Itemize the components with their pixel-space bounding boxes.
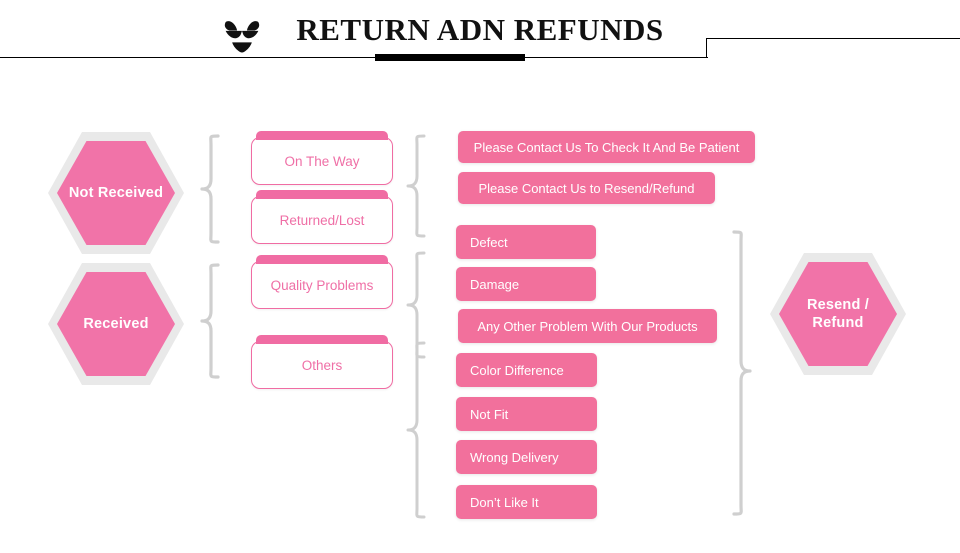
page-title: RETURN ADN REFUNDS: [296, 12, 664, 47]
header-rule-right: [706, 38, 960, 40]
action-bar-wrong-delivery[interactable]: Wrong Delivery: [456, 440, 597, 474]
brace-on-the-way-group-icon: [404, 133, 430, 239]
stage-hexagon-not-received[interactable]: Not Received: [48, 132, 184, 254]
action-bar-not-fit[interactable]: Not Fit: [456, 397, 597, 431]
brace-others-group-icon: [404, 340, 430, 520]
action-label-defect: Defect: [470, 234, 508, 250]
header-rule-accent: [375, 54, 525, 61]
brace-not-received-icon: [198, 133, 224, 245]
action-label-contact-resend: Please Contact Us to Resend/Refund: [478, 180, 695, 196]
action-bar-defect[interactable]: Defect: [456, 225, 596, 259]
action-label-contact-check: Please Contact Us To Check It And Be Pat…: [473, 139, 740, 155]
action-label-color-difference: Color Difference: [470, 362, 564, 378]
action-label-not-fit: Not Fit: [470, 406, 509, 422]
action-bar-contact-check[interactable]: Please Contact Us To Check It And Be Pat…: [458, 131, 755, 163]
stage-label-received: Received: [83, 315, 149, 332]
stage-label-not-received: Not Received: [68, 184, 164, 201]
action-label-dont-like-it: Don’t Like It: [470, 494, 539, 510]
stage-hexagon-received[interactable]: Received: [48, 263, 184, 385]
outcome-label-resend-refund: Resend / Refund: [806, 296, 870, 331]
header-rule-step: [706, 38, 708, 58]
action-bar-damage[interactable]: Damage: [456, 267, 596, 301]
brace-received-icon: [198, 262, 224, 380]
reason-label-quality-problems: Quality Problems: [270, 277, 374, 293]
action-bar-color-difference[interactable]: Color Difference: [456, 353, 597, 387]
reason-card-others[interactable]: Others: [251, 335, 393, 389]
action-bar-dont-like-it[interactable]: Don’t Like It: [456, 485, 597, 519]
reason-label-others: Others: [301, 357, 343, 373]
reason-card-quality-problems[interactable]: Quality Problems: [251, 255, 393, 309]
reason-card-returned-lost[interactable]: Returned/Lost: [251, 190, 393, 244]
action-label-wrong-delivery: Wrong Delivery: [470, 449, 559, 465]
reason-label-on-the-way: On The Way: [284, 153, 360, 169]
reason-card-on-the-way[interactable]: On The Way: [251, 131, 393, 185]
outcome-hexagon-resend-refund[interactable]: Resend / Refund: [770, 253, 906, 375]
header-rule-left: [0, 57, 708, 59]
brace-quality-group-icon: [404, 250, 430, 360]
reason-label-returned-lost: Returned/Lost: [279, 212, 365, 228]
action-label-damage: Damage: [470, 276, 520, 292]
action-bar-contact-resend[interactable]: Please Contact Us to Resend/Refund: [458, 172, 715, 204]
brace-outcome-icon: [728, 229, 754, 519]
flowchart-canvas: RETURN ADN REFUNDS Not Received Received…: [0, 0, 960, 553]
action-bar-any-other-problem[interactable]: Any Other Problem With Our Products: [458, 309, 717, 343]
action-label-any-other-problem: Any Other Problem With Our Products: [477, 318, 698, 334]
